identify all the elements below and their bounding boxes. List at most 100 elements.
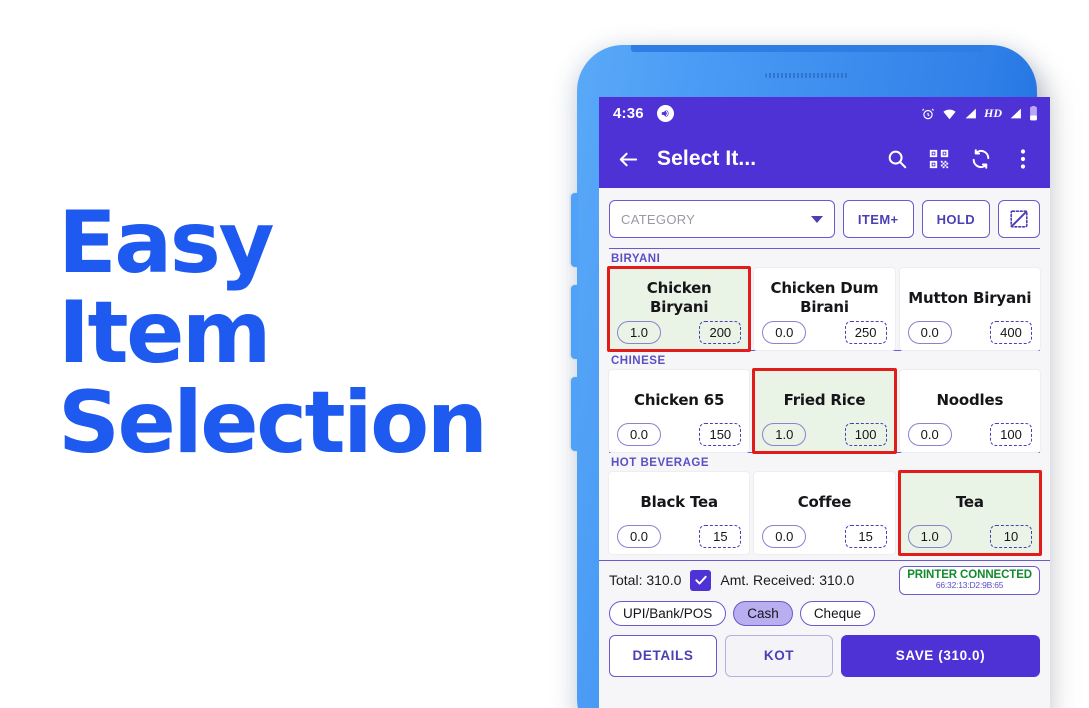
volume-icon xyxy=(656,105,674,122)
item-card-noodles[interactable]: Noodles 0.0 100 xyxy=(899,370,1040,452)
item-card-footer: 1.0 200 xyxy=(617,321,742,344)
item-card-coffee[interactable]: Coffee 0.0 15 xyxy=(754,472,895,554)
item-card-footer: 0.0 250 xyxy=(762,321,887,344)
item-card-footer: 0.0 15 xyxy=(762,525,887,548)
section-title: BIRYANI xyxy=(609,248,1040,268)
volume-down-button[interactable] xyxy=(571,285,578,359)
item-price[interactable]: 200 xyxy=(699,321,742,344)
printer-mac-address: 66:32:13:D2:9B:65 xyxy=(935,580,1004,591)
item-name: Chicken Dum Birani xyxy=(770,279,879,316)
item-price[interactable]: 100 xyxy=(844,423,887,446)
status-bar: 4:36 HD xyxy=(599,97,1050,130)
item-grid: Chicken Biryani 1.0 200 Chicken Dum Bira… xyxy=(606,266,1040,352)
item-sections: BIRYANI Chicken Biryani 1.0 200 Chicken … xyxy=(599,248,1050,556)
status-bar-time: 4:36 xyxy=(613,105,644,122)
item-price[interactable]: 15 xyxy=(844,525,887,548)
payment-mode-cheque[interactable]: Cheque xyxy=(799,600,876,626)
item-quantity[interactable]: 1.0 xyxy=(617,321,661,344)
item-name: Noodles xyxy=(936,390,1004,409)
hold-button[interactable]: HOLD xyxy=(921,200,990,238)
item-card-chicken-65[interactable]: Chicken 65 0.0 150 xyxy=(609,370,750,452)
item-price[interactable]: 250 xyxy=(844,321,887,344)
item-card-mutton-biryani[interactable]: Mutton Biryani 0.0 400 xyxy=(899,268,1040,350)
amount-received-checkbox[interactable] xyxy=(690,569,712,591)
section-title: HOT BEVERAGE xyxy=(609,452,1040,472)
item-card-footer: 0.0 150 xyxy=(617,423,742,446)
item-price[interactable]: 15 xyxy=(699,525,742,548)
item-card-footer: 1.0 10 xyxy=(907,525,1032,548)
item-card-footer: 0.0 15 xyxy=(617,525,742,548)
device-top-bezel-strip xyxy=(631,45,983,52)
item-quantity[interactable]: 0.0 xyxy=(617,525,661,548)
payment-mode-cash[interactable]: Cash xyxy=(733,600,793,626)
item-price[interactable]: 100 xyxy=(989,423,1032,446)
chevron-down-icon xyxy=(810,215,823,223)
section-chinese: CHINESE Chicken 65 0.0 150 Fried Rice 1.… xyxy=(609,350,1040,454)
app-bar: Select It... xyxy=(599,130,1050,188)
save-button[interactable]: SAVE (310.0) xyxy=(841,634,1040,677)
item-price[interactable]: 150 xyxy=(699,423,742,446)
item-quantity[interactable]: 0.0 xyxy=(762,321,807,344)
item-card-footer: 1.0 100 xyxy=(762,423,887,446)
assistant-button[interactable] xyxy=(571,377,578,451)
item-quantity[interactable]: 0.0 xyxy=(907,321,952,344)
item-name: Black Tea xyxy=(640,492,718,511)
item-price[interactable]: 10 xyxy=(989,525,1032,548)
item-quantity[interactable]: 1.0 xyxy=(762,423,807,446)
item-card-footer: 0.0 100 xyxy=(907,423,1032,446)
order-summary: Total: 310.0 Amt. Received: 310.0 PRINTE… xyxy=(599,560,1050,626)
item-name: Chicken Biryani xyxy=(646,279,712,316)
summary-row: Total: 310.0 Amt. Received: 310.0 PRINTE… xyxy=(609,566,1040,595)
item-card-tea[interactable]: Tea 1.0 10 xyxy=(897,470,1043,556)
total-label: Total: 310.0 xyxy=(609,572,682,589)
battery-icon xyxy=(1030,106,1037,121)
search-icon[interactable] xyxy=(884,146,910,172)
filter-toolbar: CATEGORY ITEM+ HOLD xyxy=(599,188,1050,248)
item-card-black-tea[interactable]: Black Tea 0.0 15 xyxy=(609,472,750,554)
alarm-icon xyxy=(922,108,934,119)
wifi-icon xyxy=(943,109,956,119)
volume-up-button[interactable] xyxy=(571,193,578,267)
item-quantity[interactable]: 1.0 xyxy=(907,525,952,548)
grid-off-icon[interactable] xyxy=(998,200,1040,238)
app-bar-actions xyxy=(884,146,1038,172)
item-name: Coffee xyxy=(797,492,852,511)
item-name: Fried Rice xyxy=(783,390,866,409)
back-arrow-icon[interactable] xyxy=(613,144,643,174)
item-quantity[interactable]: 0.0 xyxy=(762,525,807,548)
section-title: CHINESE xyxy=(609,350,1040,370)
add-item-button[interactable]: ITEM+ xyxy=(842,200,914,238)
category-select-placeholder: CATEGORY xyxy=(621,211,696,227)
action-buttons: DETAILS KOT SAVE (310.0) xyxy=(599,626,1050,687)
kot-button[interactable]: KOT xyxy=(725,634,833,677)
item-card-chicken-dum-birani[interactable]: Chicken Dum Birani 0.0 250 xyxy=(754,268,895,350)
details-button[interactable]: DETAILS xyxy=(609,634,717,677)
item-quantity[interactable]: 0.0 xyxy=(617,423,661,446)
item-card-fried-rice[interactable]: Fried Rice 1.0 100 xyxy=(752,368,897,454)
item-grid: Black Tea 0.0 15 Coffee 0.0 15 Tea 1.0 1… xyxy=(609,470,1043,556)
item-name: Mutton Biryani xyxy=(908,288,1032,307)
earpiece-speaker xyxy=(765,73,849,78)
item-card-chicken-biryani[interactable]: Chicken Biryani 1.0 200 xyxy=(606,266,752,352)
item-quantity[interactable]: 0.0 xyxy=(907,423,952,446)
item-card-footer: 0.0 400 xyxy=(907,321,1032,344)
payment-mode-upi[interactable]: UPI/Bank/POS xyxy=(609,600,727,626)
signal-icon xyxy=(965,108,976,119)
item-price[interactable]: 400 xyxy=(989,321,1032,344)
promo-line-2: Item xyxy=(58,283,272,383)
promo-screenshot: Easy Item Selection 4:36 HD Select It...… xyxy=(0,0,1089,708)
overflow-menu-icon[interactable] xyxy=(1010,146,1036,172)
promo-line-3: Selection xyxy=(58,373,488,473)
phone-screen: 4:36 HD Select It... CATEGORY ITEM+ HOLD… xyxy=(599,97,1050,708)
printer-status-badge[interactable]: PRINTER CONNECTED 66:32:13:D2:9B:65 xyxy=(899,566,1040,595)
promo-line-1: Easy xyxy=(58,193,275,293)
sync-icon[interactable] xyxy=(968,146,994,172)
hd-icon: HD xyxy=(984,106,1002,120)
section-biryani: BIRYANI Chicken Biryani 1.0 200 Chicken … xyxy=(606,248,1040,352)
qr-scan-icon[interactable] xyxy=(926,146,952,172)
item-grid: Chicken 65 0.0 150 Fried Rice 1.0 100 No… xyxy=(609,368,1040,454)
page-title: Select It... xyxy=(657,147,757,170)
promo-headline: Easy Item Selection xyxy=(58,198,558,468)
category-select[interactable]: CATEGORY xyxy=(609,200,835,238)
signal-2-icon xyxy=(1010,108,1021,119)
